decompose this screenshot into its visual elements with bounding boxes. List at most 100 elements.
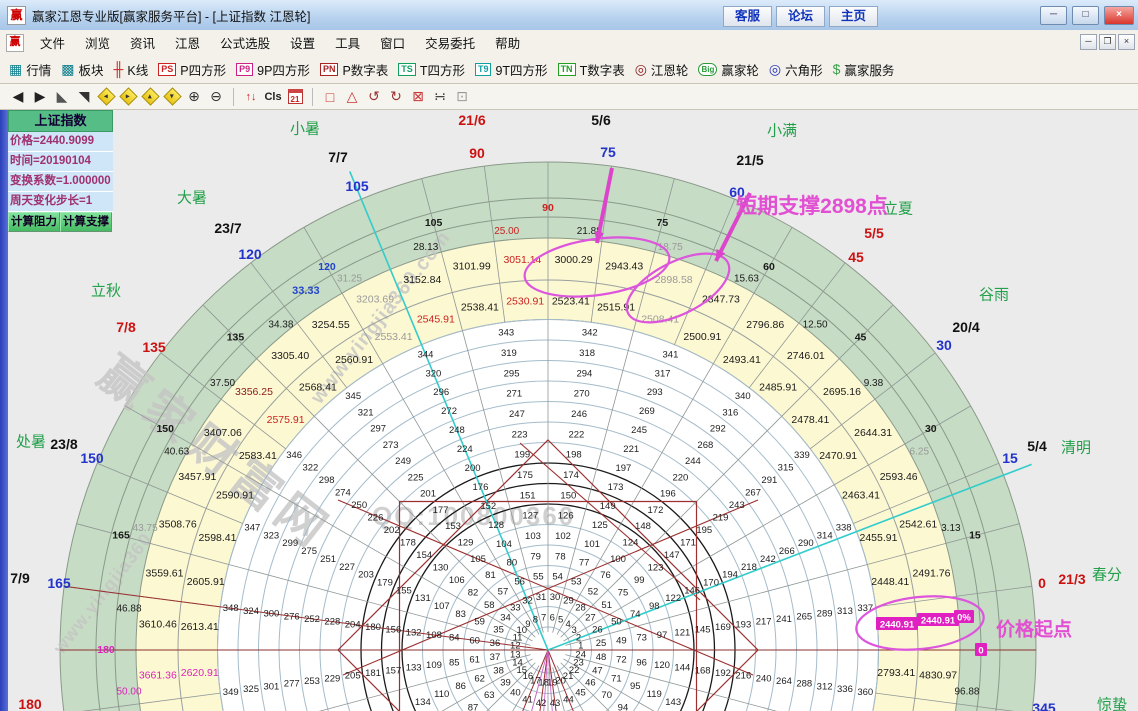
wheel-number: 48 (596, 652, 607, 663)
title-link-button[interactable]: 论坛 (776, 6, 825, 27)
wheel-number: 72 (616, 655, 627, 666)
decimal-ring-label: 18.75 (658, 242, 683, 253)
wheel-number: 108 (426, 630, 442, 641)
center-dots-icon[interactable]: ∺ (430, 87, 450, 107)
wheel-number: 176 (473, 482, 489, 493)
wheel-number: 53 (571, 577, 582, 588)
menu-item[interactable]: 文件 (30, 30, 75, 55)
menu-item[interactable]: 交易委托 (415, 30, 485, 55)
toolbar-button[interactable]: $赢家服务 (830, 58, 902, 81)
mdi-control-button[interactable]: ─ (1080, 34, 1097, 50)
wheel-number: 173 (608, 482, 624, 493)
menu-item[interactable]: 公式选股 (210, 30, 280, 55)
toolbar-button[interactable]: ▩板块 (58, 58, 110, 81)
parameter-panel: 上证指数 价格=2440.9099 时间=20190104 变换系数=1.000… (8, 110, 113, 232)
box-x-icon[interactable]: ⊠ (408, 87, 428, 107)
step-right-icon[interactable]: ▸ (118, 87, 138, 107)
wheel-number: 222 (568, 429, 584, 440)
toolbar-button[interactable]: PNP数字表 (317, 58, 395, 81)
wheel-number: 127 (522, 511, 538, 522)
calendar-icon[interactable]: 21 (285, 87, 305, 107)
step-row: 周天变化步长=1 (8, 192, 113, 212)
menu-item[interactable]: 工具 (325, 30, 370, 55)
title-link-button[interactable]: 主页 (829, 6, 878, 27)
toolbar-button[interactable]: ◎江恩轮 (632, 58, 696, 81)
toolbar-button[interactable]: TST四方形 (395, 58, 472, 81)
toolbar-button[interactable]: ╫K线 (111, 58, 156, 81)
toolbar-button[interactable]: Big赢家轮 (695, 58, 765, 81)
wheel-number: 181 (365, 668, 381, 679)
wheel-number: 247 (509, 409, 525, 420)
toolbar-button[interactable]: ◎六角形 (766, 58, 830, 81)
title-link-button[interactable]: 客服 (723, 6, 772, 27)
toolbar-button-label: 赢家轮 (721, 60, 759, 79)
wheel-number: 250 (351, 500, 367, 511)
outer-price-label: 2644.31 (854, 427, 892, 439)
square-tool-icon[interactable]: □ (320, 87, 340, 107)
wheel-number: 63 (484, 690, 495, 701)
wheel-number: 155 (396, 585, 412, 596)
zoom-in-icon[interactable]: ⊕ (184, 87, 204, 107)
decimal-ring-label: 15.63 (734, 274, 759, 285)
wheel-number: 297 (370, 424, 386, 435)
wheel-number: 51 (601, 600, 612, 611)
mdi-child-logo-icon: 赢 (6, 34, 24, 52)
cls-button[interactable]: Cls (263, 87, 283, 107)
step-left-icon[interactable]: ◂ (96, 87, 116, 107)
menu-item[interactable]: 资讯 (120, 30, 165, 55)
calc-support-button[interactable]: 计算支撑 (60, 212, 112, 232)
wheel-number: 337 (857, 603, 873, 614)
rotate-right-tri-icon[interactable]: ◥ (74, 87, 94, 107)
menu-bar: 赢 文件浏览资讯江恩公式选股设置工具窗口交易委托帮助 ─❐× (0, 30, 1138, 56)
wheel-number: 346 (286, 450, 302, 461)
wheel-number: 296 (433, 387, 449, 398)
toolbar-button-label: P四方形 (180, 60, 226, 79)
inner-price-label: 2530.91 (506, 296, 544, 308)
wheel-number: 121 (674, 627, 690, 638)
clear-board-icon[interactable]: ⊡ (452, 87, 472, 107)
mdi-control-button[interactable]: × (1118, 34, 1135, 50)
toolbar-button[interactable]: TNT数字表 (555, 58, 632, 81)
wheel-number: 78 (555, 551, 566, 562)
wheel-number: 61 (469, 655, 480, 666)
toolbar-button[interactable]: ▦行情 (6, 58, 58, 81)
wheel-number: 144 (674, 663, 690, 674)
highlight-chip-value: 0 (978, 646, 983, 657)
minimize-button[interactable]: ─ (1040, 6, 1067, 25)
menu-item[interactable]: 窗口 (370, 30, 415, 55)
step-up-icon[interactable]: ▴ (140, 87, 160, 107)
step-down-icon[interactable]: ▾ (162, 87, 182, 107)
hexagon-icon: ◎ (769, 62, 781, 76)
watermark-text: QQ:100800360 (372, 501, 575, 531)
arrow-right-icon[interactable]: ▶ (30, 87, 50, 107)
rotate-cw-icon[interactable]: ↻ (386, 87, 406, 107)
wheel-number: 246 (571, 409, 587, 420)
decimal-ring-label: 34.38 (268, 320, 293, 331)
maximize-button[interactable]: □ (1072, 6, 1099, 25)
close-button[interactable]: × (1104, 6, 1134, 25)
mdi-control-button[interactable]: ❐ (1099, 34, 1116, 50)
toolbar-button[interactable]: T99T四方形 (472, 58, 555, 81)
menu-item[interactable]: 设置 (280, 30, 325, 55)
wheel-number: 345 (345, 391, 361, 402)
inner-price-label: 2613.41 (181, 621, 219, 633)
menu-item[interactable]: 浏览 (75, 30, 120, 55)
arrow-left-icon[interactable]: ◀ (8, 87, 28, 107)
wheel-number: 177 (433, 505, 449, 516)
triangle-tool-icon[interactable]: △ (342, 87, 362, 107)
zoom-out-icon[interactable]: ⊖ (206, 87, 226, 107)
wheel-number: 270 (574, 389, 590, 400)
rotate-ccw-icon[interactable]: ↺ (364, 87, 384, 107)
toolbar-button-label: 板块 (78, 60, 103, 79)
toolbar-button[interactable]: PSP四方形 (155, 58, 233, 81)
coefficient-row: 变换系数=1.000000 (8, 172, 113, 192)
menu-item[interactable]: 江恩 (165, 30, 210, 55)
rotate-left-tri-icon[interactable]: ◣ (52, 87, 72, 107)
outer-price-label: 3101.99 (453, 261, 491, 273)
updown-icon[interactable]: ↑↓ (241, 87, 261, 107)
wheel-number: 275 (301, 546, 317, 557)
toolbar-button[interactable]: P99P四方形 (233, 58, 317, 81)
calc-resistance-button[interactable]: 计算阻力 (8, 212, 60, 232)
menu-item[interactable]: 帮助 (485, 30, 530, 55)
outer-price-label: 3000.29 (555, 254, 593, 266)
